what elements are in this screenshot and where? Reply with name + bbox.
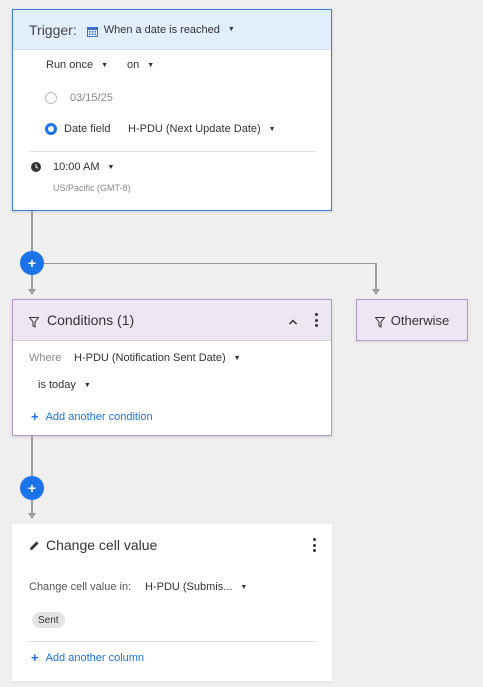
condition-field-dropdown[interactable]: H-PDU (Notification Sent Date) ▼	[74, 352, 241, 364]
frequency-label: Run once	[46, 59, 94, 71]
action-field-value: H-PDU (Submis...	[145, 581, 233, 593]
chevron-down-icon: ▼	[101, 61, 109, 69]
plus-icon: +	[31, 650, 39, 665]
on-label: on	[127, 59, 140, 71]
branch-line	[375, 263, 377, 289]
conditions-title: Conditions (1)	[47, 312, 135, 328]
plus-icon: +	[27, 255, 37, 271]
otherwise-title: Otherwise	[390, 312, 450, 328]
chevron-down-icon: ▼	[233, 354, 241, 362]
otherwise-card[interactable]: Otherwise	[356, 299, 468, 341]
chevron-down-icon: ▼	[240, 583, 248, 591]
chevron-down-icon: ▼	[268, 125, 276, 133]
arrow-down-icon	[28, 289, 36, 295]
plus-icon: +	[31, 409, 39, 424]
on-dropdown[interactable]: on ▼	[127, 59, 154, 71]
time-dropdown[interactable]: 10:00 AM ▼	[31, 161, 114, 173]
operator-value: is today	[38, 379, 76, 391]
date-field-label: Date field	[64, 123, 111, 135]
chevron-down-icon: ▼	[107, 163, 115, 171]
trigger-type-label: When a date is reached	[103, 23, 220, 36]
chevron-down-icon: ▼	[227, 26, 235, 33]
action-divider	[29, 641, 315, 642]
date-field-value: H-PDU (Next Update Date)	[128, 123, 261, 135]
frequency-dropdown[interactable]: Run once ▼	[46, 59, 108, 71]
pencil-icon	[29, 540, 40, 551]
conditions-header[interactable]: Conditions (1)	[13, 300, 331, 341]
trigger-header: Trigger: When a date is reached ▼	[13, 10, 331, 50]
add-condition-label: Add another condition	[45, 410, 153, 423]
action-field-label: Change cell value in:	[29, 581, 132, 593]
date-field-radio[interactable]	[45, 123, 57, 135]
date-option-label: 03/15/25	[70, 92, 113, 104]
date-radio[interactable]	[45, 92, 57, 104]
trigger-type-dropdown[interactable]: When a date is reached ▼	[104, 24, 235, 36]
connector-line	[31, 275, 33, 290]
arrow-down-icon	[372, 289, 380, 295]
calendar-icon	[86, 24, 98, 37]
date-field-dropdown[interactable]: H-PDU (Next Update Date) ▼	[128, 123, 276, 135]
trigger-card: Trigger: When a date is reached ▼	[12, 9, 332, 211]
filter-icon	[374, 315, 386, 328]
chevron-up-icon[interactable]	[288, 314, 298, 325]
chevron-down-icon: ▼	[83, 381, 91, 389]
connector-line	[31, 500, 33, 514]
date-field-radio-row[interactable]: Date field	[45, 123, 110, 135]
add-condition-link[interactable]: + Add another condition	[31, 409, 153, 424]
clock-icon	[31, 162, 41, 172]
action-field-dropdown[interactable]: H-PDU (Submis... ▼	[145, 581, 247, 593]
branch-line	[44, 263, 377, 264]
chevron-down-icon: ▼	[147, 61, 155, 69]
add-step-button[interactable]: +	[20, 476, 44, 500]
arrow-down-icon	[28, 513, 36, 519]
connector-line	[31, 211, 33, 251]
add-column-label: Add another column	[45, 651, 145, 664]
date-option-radio-row[interactable]: 03/15/25	[45, 92, 113, 104]
add-column-link[interactable]: + Add another column	[31, 650, 144, 665]
more-options-icon[interactable]	[313, 538, 317, 552]
timezone-label: US/Pacific (GMT-8)	[53, 183, 131, 193]
connector-line	[31, 436, 33, 476]
condition-field-value: H-PDU (Notification Sent Date)	[74, 352, 226, 364]
action-title: Change cell value	[46, 537, 158, 553]
more-options-icon[interactable]	[315, 313, 319, 327]
action-header: Change cell value	[29, 537, 157, 553]
trigger-divider	[30, 151, 315, 152]
where-label: Where	[29, 352, 62, 364]
filter-icon	[28, 315, 40, 328]
time-label: 10:00 AM	[53, 161, 100, 173]
add-step-button[interactable]: +	[20, 251, 44, 275]
trigger-title: Trigger:	[29, 21, 77, 38]
value-chip[interactable]: Sent	[32, 612, 65, 628]
plus-icon: +	[27, 480, 37, 496]
operator-dropdown[interactable]: is today ▼	[38, 379, 91, 391]
